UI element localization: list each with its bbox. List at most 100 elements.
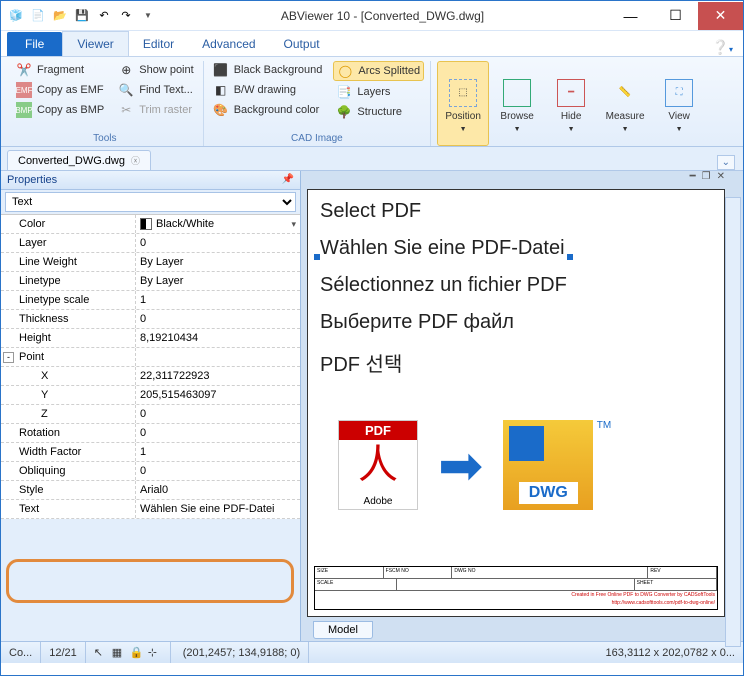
target-icon: ⊕ bbox=[118, 62, 134, 78]
property-row[interactable]: Obliquing0 bbox=[1, 462, 300, 481]
property-row[interactable]: Linetype scale1 bbox=[1, 291, 300, 310]
canvas-text[interactable]: Select PDF bbox=[320, 200, 567, 223]
properties-header: Properties 📌 bbox=[1, 171, 300, 190]
bw-drawing-button[interactable]: ◧B/W drawing bbox=[210, 81, 326, 99]
find-text-button[interactable]: 🔍Find Text... bbox=[115, 81, 196, 99]
document-tab-strip: Converted_DWG.dwg ⓧ ⌄ bbox=[1, 147, 743, 171]
maximize-button[interactable]: ☐ bbox=[653, 2, 698, 30]
canvas-text[interactable]: Sélectionnez un fichier PDF bbox=[320, 274, 567, 297]
property-row[interactable]: LinetypeBy Layer bbox=[1, 272, 300, 291]
document-tab-label: Converted_DWG.dwg bbox=[18, 155, 125, 167]
save-icon[interactable]: 💾 bbox=[73, 7, 91, 25]
tools-group: ✂️Fragment EMFCopy as EMF BMPCopy as BMP… bbox=[7, 61, 204, 146]
ribbon: ✂️Fragment EMFCopy as EMF BMPCopy as BMP… bbox=[1, 57, 743, 147]
property-row[interactable]: Point- bbox=[1, 348, 300, 367]
new-icon[interactable]: 📄 bbox=[29, 7, 47, 25]
measure-button[interactable]: 📏Measure▼ bbox=[599, 61, 651, 146]
trim-icon: ✂ bbox=[118, 102, 134, 118]
property-row[interactable]: Z0 bbox=[1, 405, 300, 424]
black-bg-icon: ⬛ bbox=[213, 62, 229, 78]
black-bg-button[interactable]: ⬛Black Background bbox=[210, 61, 326, 79]
editor-tab[interactable]: Editor bbox=[129, 32, 188, 56]
copy-bmp-button[interactable]: BMPCopy as BMP bbox=[13, 101, 107, 119]
properties-panel: Properties 📌 Text ColorBlack/White▾Layer… bbox=[1, 171, 301, 641]
open-icon[interactable]: 📂 bbox=[51, 7, 69, 25]
copy-emf-button[interactable]: EMFCopy as EMF bbox=[13, 81, 107, 99]
close-tab-icon[interactable]: ⓧ bbox=[131, 154, 140, 167]
app-icon: 🧊 bbox=[7, 7, 25, 25]
layers-icon: 📑 bbox=[336, 84, 352, 100]
bg-color-button[interactable]: 🎨Background color bbox=[210, 101, 326, 119]
hide-button[interactable]: ━Hide▼ bbox=[545, 61, 597, 146]
drawing-canvas[interactable]: Select PDF Wählen Sie eine PDF-Datei Sélec… bbox=[307, 189, 725, 617]
property-row[interactable]: Layer0 bbox=[1, 234, 300, 253]
bmp-icon: BMP bbox=[16, 102, 32, 118]
collapse-ribbon-button[interactable]: ⌄ bbox=[717, 155, 735, 170]
hide-icon: ━ bbox=[557, 79, 585, 107]
entity-type-selector[interactable]: Text bbox=[1, 190, 300, 214]
canvas-text[interactable]: Выберите PDF файл bbox=[320, 311, 567, 334]
layout-tab-strip: Model bbox=[301, 619, 743, 641]
show-point-button[interactable]: ⊕Show point bbox=[115, 61, 196, 79]
arrow-icon: ➡ bbox=[438, 434, 483, 497]
browse-icon bbox=[503, 79, 531, 107]
property-row[interactable]: Line WeightBy Layer bbox=[1, 253, 300, 272]
properties-title: Properties bbox=[7, 174, 57, 186]
ribbon-tab-strip: File Viewer Editor Advanced Output ❔▾ bbox=[1, 31, 743, 57]
viewer-tab[interactable]: Viewer bbox=[62, 31, 128, 56]
property-row[interactable]: TextWählen Sie eine PDF-Datei bbox=[1, 500, 300, 519]
canvas-text[interactable]: PDF 선택 bbox=[320, 348, 567, 377]
view-button[interactable]: ⛶View▼ bbox=[653, 61, 705, 146]
title-bar: 🧊 📄 📂 💾 ↶ ↷ ▼ ABViewer 10 - [Converted_D… bbox=[1, 1, 743, 31]
snap-icon[interactable]: ▦ bbox=[112, 646, 126, 660]
mdi-controls: ━ ❐ ✕ bbox=[301, 171, 743, 187]
mdi-restore-icon[interactable]: ❐ bbox=[702, 171, 711, 187]
property-row[interactable]: ColorBlack/White▾ bbox=[1, 215, 300, 234]
document-tab[interactable]: Converted_DWG.dwg ⓧ bbox=[7, 150, 151, 170]
main-area: Properties 📌 Text ColorBlack/White▾Layer… bbox=[1, 171, 743, 641]
model-tab[interactable]: Model bbox=[313, 621, 373, 639]
status-size: 163,3112 x 202,0782 x 0... bbox=[598, 642, 743, 663]
minimize-button[interactable]: — bbox=[608, 2, 653, 30]
advanced-tab[interactable]: Advanced bbox=[188, 32, 269, 56]
browse-button[interactable]: Browse▼ bbox=[491, 61, 543, 146]
search-icon: 🔍 bbox=[118, 82, 134, 98]
lock-icon[interactable]: 🔒 bbox=[130, 646, 144, 660]
property-row[interactable]: Width Factor1 bbox=[1, 443, 300, 462]
property-row[interactable]: X22,311722923 bbox=[1, 367, 300, 386]
position-button[interactable]: ⬚Position▼ bbox=[437, 61, 489, 146]
pin-icon[interactable]: 📌 bbox=[282, 174, 294, 186]
redo-icon[interactable]: ↷ bbox=[117, 7, 135, 25]
property-row[interactable]: Y205,515463097 bbox=[1, 386, 300, 405]
property-row[interactable]: Rotation0 bbox=[1, 424, 300, 443]
cursor-icon[interactable]: ↖ bbox=[94, 646, 108, 660]
fragment-button[interactable]: ✂️Fragment bbox=[13, 61, 107, 79]
property-row[interactable]: Thickness0 bbox=[1, 310, 300, 329]
qat-dropdown-icon[interactable]: ▼ bbox=[139, 7, 157, 25]
status-bar: Co... 12/21 ↖ ▦ 🔒 ⊹ (201,2457; 134,9188;… bbox=[1, 641, 743, 663]
mdi-close-icon[interactable]: ✕ bbox=[717, 171, 725, 187]
undo-icon[interactable]: ↶ bbox=[95, 7, 113, 25]
mdi-min-icon[interactable]: ━ bbox=[690, 171, 696, 187]
vertical-scrollbar[interactable] bbox=[725, 197, 741, 647]
structure-button[interactable]: 🌳Structure bbox=[333, 103, 424, 121]
canvas-text[interactable]: Wählen Sie eine PDF-Datei bbox=[320, 237, 567, 260]
property-row[interactable]: Height8,19210434 bbox=[1, 329, 300, 348]
property-row[interactable]: StyleArial0 bbox=[1, 481, 300, 500]
arcs-splitted-button[interactable]: ◯Arcs Splitted bbox=[333, 61, 424, 81]
entity-type-select[interactable]: Text bbox=[5, 192, 296, 212]
status-command: Co... bbox=[1, 642, 41, 663]
arc-icon: ◯ bbox=[337, 63, 353, 79]
close-button[interactable]: ✕ bbox=[698, 2, 743, 30]
help-dropdown[interactable]: ❔▾ bbox=[712, 39, 733, 56]
property-grid[interactable]: ColorBlack/White▾Layer0Line WeightBy Lay… bbox=[1, 214, 300, 519]
pdf-icon: PDF 人 Adobe bbox=[338, 420, 418, 510]
window-controls: — ☐ ✕ bbox=[608, 2, 743, 30]
axes-icon[interactable]: ⊹ bbox=[148, 646, 162, 660]
file-tab[interactable]: File bbox=[7, 32, 62, 56]
position-icon: ⬚ bbox=[449, 79, 477, 107]
palette-icon: 🎨 bbox=[213, 102, 229, 118]
output-tab[interactable]: Output bbox=[270, 32, 334, 56]
cad-image-group-label: CAD Image bbox=[210, 131, 424, 146]
layers-button[interactable]: 📑Layers bbox=[333, 83, 424, 101]
